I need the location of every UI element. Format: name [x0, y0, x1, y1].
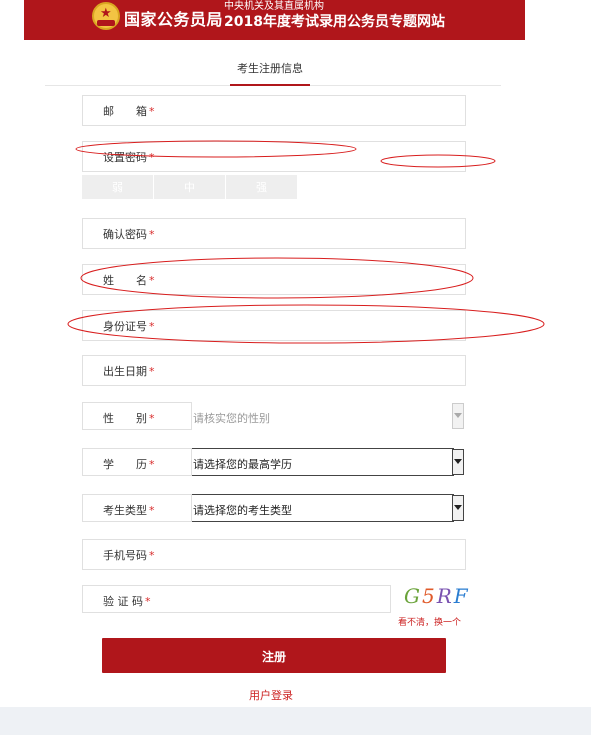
- captcha-label: 验 证 码: [103, 595, 143, 608]
- phone-field[interactable]: 手机号码 *: [82, 539, 466, 570]
- page-margin: [525, 0, 591, 735]
- education-label-box: 学 历 *: [82, 448, 192, 476]
- confirm-password-field[interactable]: 确认密码 *: [82, 218, 466, 249]
- candidate-type-select[interactable]: 请选择您的考生类型: [193, 502, 292, 518]
- captcha-image[interactable]: G5RF: [404, 584, 468, 610]
- name-field[interactable]: 姓 名 *: [82, 264, 466, 295]
- required-mark: *: [149, 105, 155, 118]
- national-emblem-icon: ★: [92, 2, 120, 30]
- education-select[interactable]: 请选择您的最高学历: [193, 456, 292, 472]
- registration-page: ★ 国家公务员局 中央机关及其直属机构 2018年度考试录用公务员专题网站 考生…: [0, 0, 591, 735]
- captcha-char: G: [404, 584, 422, 608]
- name-label: 姓 名: [103, 274, 147, 287]
- candidate-type-dropdown-button[interactable]: [452, 495, 464, 521]
- captcha-char: R: [436, 584, 454, 608]
- chevron-down-icon: [454, 459, 462, 464]
- chevron-down-icon: [454, 413, 462, 418]
- gender-select[interactable]: 请核实您的性别: [193, 410, 270, 426]
- id-number-label: 身份证号: [103, 320, 147, 333]
- register-button[interactable]: 注册: [102, 638, 446, 673]
- captcha-char: F: [453, 584, 470, 608]
- tab-bar: 考生注册信息: [45, 58, 501, 86]
- email-field[interactable]: 邮 箱 *: [82, 95, 466, 126]
- strength-medium: 中: [154, 175, 226, 199]
- gender-label: 性 别: [103, 412, 147, 425]
- strength-weak: 弱: [82, 175, 154, 199]
- candidate-type-label-box: 考生类型 *: [82, 494, 192, 522]
- password-label: 设置密码: [103, 151, 147, 164]
- required-mark: *: [149, 151, 155, 164]
- bottom-band: [0, 707, 591, 735]
- chevron-down-icon: [454, 505, 462, 510]
- email-label: 邮 箱: [103, 105, 147, 118]
- birth-date-field[interactable]: 出生日期 *: [82, 355, 466, 386]
- required-mark: *: [149, 412, 155, 425]
- site-header: ★ 国家公务员局 中央机关及其直属机构 2018年度考试录用公务员专题网站: [24, 0, 525, 40]
- required-mark: *: [149, 228, 155, 241]
- site-title: 2018年度考试录用公务员专题网站: [224, 14, 445, 30]
- required-mark: *: [145, 595, 151, 608]
- required-mark: *: [149, 458, 155, 471]
- birth-date-label: 出生日期: [103, 365, 147, 378]
- required-mark: *: [149, 549, 155, 562]
- education-dropdown-button[interactable]: [452, 449, 464, 475]
- required-mark: *: [149, 504, 155, 517]
- education-label: 学 历: [103, 458, 147, 471]
- required-mark: *: [149, 320, 155, 333]
- captcha-refresh-link[interactable]: 看不清，换一个: [398, 615, 461, 628]
- strength-strong: 强: [226, 175, 298, 199]
- user-login-link[interactable]: 用户登录: [249, 687, 293, 703]
- tab-registration-info[interactable]: 考生注册信息: [230, 58, 310, 86]
- brand-title: 国家公务员局: [124, 10, 224, 29]
- phone-label: 手机号码: [103, 549, 147, 562]
- confirm-password-label: 确认密码: [103, 228, 147, 241]
- captcha-field[interactable]: 验 证 码 *: [82, 585, 391, 613]
- candidate-type-label: 考生类型: [103, 504, 147, 517]
- required-mark: *: [149, 365, 155, 378]
- captcha-char: 5: [421, 584, 437, 608]
- gender-label-box: 性 别 *: [82, 402, 192, 430]
- gender-dropdown-button[interactable]: [452, 403, 464, 429]
- password-field[interactable]: 设置密码 *: [82, 141, 466, 172]
- password-strength-meter: 弱 中 强: [82, 175, 298, 199]
- id-number-field[interactable]: 身份证号 *: [82, 310, 466, 341]
- required-mark: *: [149, 274, 155, 287]
- star-icon: ★: [100, 6, 112, 21]
